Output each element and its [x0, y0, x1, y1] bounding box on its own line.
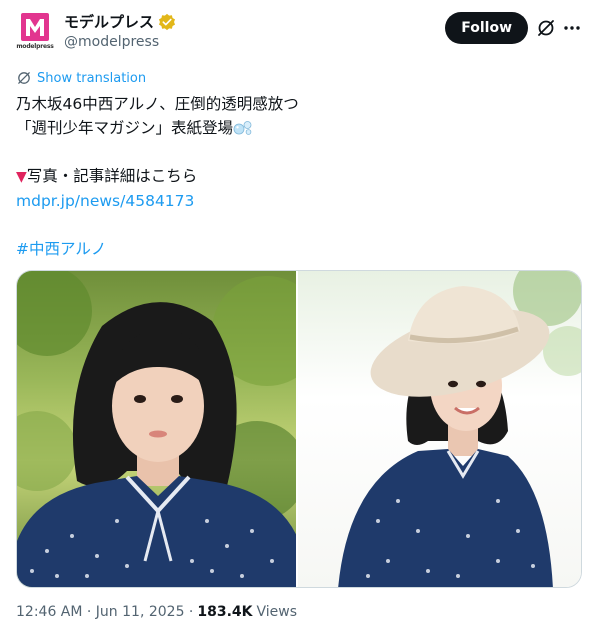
- tweet-text: 乃木坂46中西アルノ、圧倒的透明感放つ 「週刊少年マガジン」表紙登場 ▼写真・記…: [16, 92, 299, 261]
- bubbles-emoji-icon: [233, 121, 252, 135]
- tweet-meta: 12:46 AM · Jun 11, 2025 · 183.4K Views: [16, 604, 297, 620]
- photo-1[interactable]: [17, 271, 298, 587]
- down-triangle-icon: ▼: [16, 169, 27, 185]
- article-link[interactable]: mdpr.jp/news/4584173: [16, 189, 299, 213]
- tweet-line-2-text: 「週刊少年マガジン」表紙登場: [16, 119, 234, 137]
- show-translation-link[interactable]: Show translation: [16, 70, 146, 86]
- show-translation-label: Show translation: [37, 70, 147, 86]
- photo-2[interactable]: [298, 271, 581, 587]
- grok-icon[interactable]: [536, 18, 556, 38]
- views-label: Views: [256, 604, 298, 620]
- modelpress-logo-icon: [21, 13, 49, 41]
- blank-line-2: [16, 213, 299, 237]
- portrait-garden-icon: [17, 271, 296, 587]
- logo-word: modelpress: [16, 43, 54, 50]
- hashtag-link[interactable]: #中西アルノ: [16, 237, 299, 261]
- portrait-hat-icon: [338, 271, 581, 587]
- author-names: モデルプレス @modelpress: [64, 12, 176, 52]
- timestamp[interactable]: 12:46 AM · Jun 11, 2025 ·: [16, 604, 193, 620]
- tweet-header: modelpress モデルプレス @modelpress Follow: [16, 12, 582, 52]
- tweet-line-1: 乃木坂46中西アルノ、圧倒的透明感放つ: [16, 95, 299, 113]
- author-handle[interactable]: @modelpress: [64, 32, 176, 52]
- display-name-text: モデルプレス: [64, 13, 155, 31]
- display-name[interactable]: モデルプレス: [64, 12, 176, 32]
- translate-icon: [18, 72, 30, 84]
- more-icon[interactable]: [562, 18, 582, 38]
- follow-button[interactable]: Follow: [445, 12, 528, 44]
- tweet-line-3-text: 写真・記事詳細はこちら: [26, 167, 198, 185]
- media-grid: [16, 270, 582, 588]
- tweet-line-2: 「週刊少年マガジン」表紙登場: [16, 116, 299, 140]
- verified-badge-icon: [158, 13, 176, 31]
- tweet-line-3: ▼写真・記事詳細はこちら: [16, 164, 299, 189]
- views-count: 183.4K: [197, 604, 253, 620]
- avatar[interactable]: modelpress: [16, 12, 56, 52]
